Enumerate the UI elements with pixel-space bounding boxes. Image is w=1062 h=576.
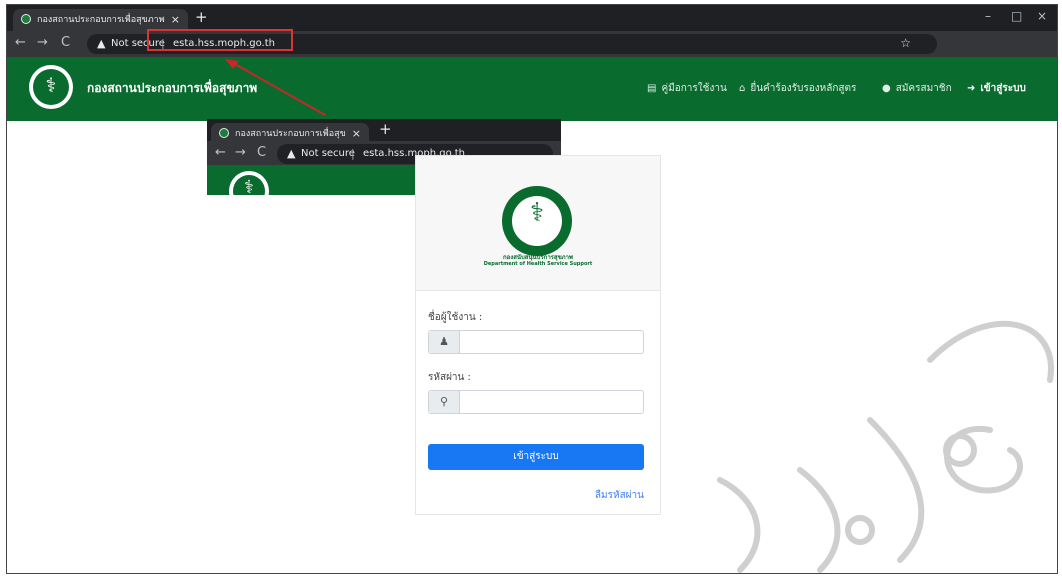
login-card-header: ⚕ กองสนับสนุนบริการสุขภาพ Department of … [416,156,660,291]
password-label: รหัสผ่าน : [428,372,471,383]
username-field[interactable]: ♟ [428,330,644,354]
login-button[interactable]: เข้าสู่ระบบ [428,444,644,470]
username-input[interactable] [460,331,642,353]
ministry-emblem: ⚕ [502,186,572,256]
password-field[interactable]: ⚲ [428,390,644,414]
user-icon: ♟ [429,331,460,353]
password-input[interactable] [460,391,642,413]
caduceus-icon: ⚕ [529,198,545,228]
login-card: ⚕ กองสนับสนุนบริการสุขภาพ Department of … [415,155,661,515]
key-icon: ⚲ [429,391,460,413]
screenshot-frame: กองสถานประกอบการเพื่อสุขภาพ กรม × + – □ … [6,4,1058,574]
department-name-english: Department of Health Service Support [483,261,593,267]
username-label: ชื่อผู้ใช้งาน : [428,312,483,323]
forgot-password-link[interactable]: ลืมรหัสผ่าน [595,488,644,503]
